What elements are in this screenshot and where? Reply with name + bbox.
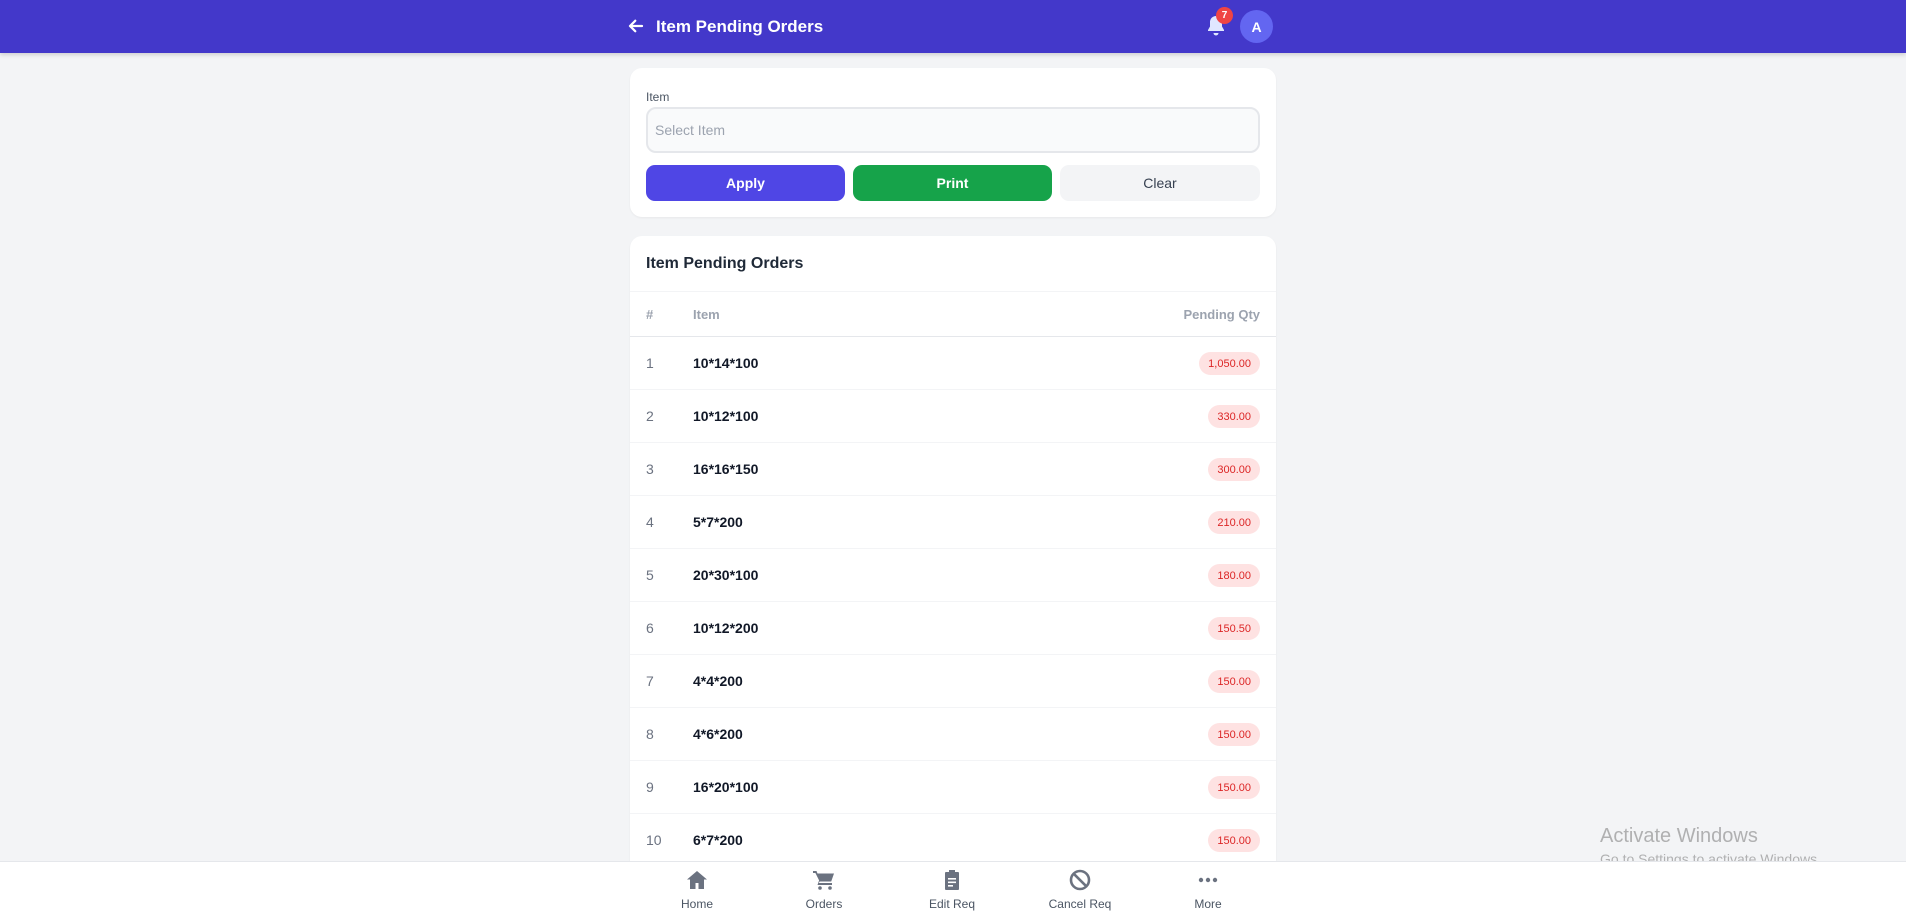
nav-more[interactable]: More <box>1163 868 1253 911</box>
table-row[interactable]: 8 4*6*200 150.00 <box>630 708 1276 761</box>
table-row[interactable]: 5 20*30*100 180.00 <box>630 549 1276 602</box>
page-title: Item Pending Orders <box>656 17 824 36</box>
ban-icon <box>1069 869 1091 891</box>
column-header-item: Item <box>693 307 720 322</box>
nav-more-label: More <box>1194 897 1222 911</box>
row-item: 16*20*100 <box>693 779 759 795</box>
table-row[interactable]: 4 5*7*200 210.00 <box>630 496 1276 549</box>
item-field-label: Item <box>646 90 670 104</box>
pending-qty-badge: 150.00 <box>1208 723 1260 746</box>
nav-home[interactable]: Home <box>652 868 742 911</box>
row-item: 5*7*200 <box>693 514 743 530</box>
row-index: 3 <box>646 461 654 477</box>
row-index: 1 <box>646 355 654 371</box>
nav-edit-req-label: Edit Req <box>928 897 976 911</box>
table-row[interactable]: 1 10*14*100 1,050.00 <box>630 337 1276 390</box>
back-button[interactable] <box>625 15 647 37</box>
user-avatar[interactable]: A <box>1240 10 1273 43</box>
nav-orders[interactable]: Orders <box>779 868 869 911</box>
arrow-left-icon <box>628 19 644 33</box>
row-item: 10*12*200 <box>693 620 759 636</box>
nav-cancel-req-label: Cancel Req <box>1048 897 1112 911</box>
row-index: 5 <box>646 567 654 583</box>
top-app-bar: Item Pending Orders 7 A <box>0 0 1906 53</box>
row-item: 10*14*100 <box>693 355 759 371</box>
table-row[interactable]: 7 4*4*200 150.00 <box>630 655 1276 708</box>
pending-qty-badge: 210.00 <box>1208 511 1260 534</box>
row-index: 10 <box>646 832 662 848</box>
row-item: 4*6*200 <box>693 726 743 742</box>
watermark-title: Activate Windows <box>1600 825 1758 847</box>
pending-qty-badge: 150.00 <box>1208 776 1260 799</box>
pending-qty-badge: 180.00 <box>1208 564 1260 587</box>
row-item: 20*30*100 <box>693 567 759 583</box>
table-header-row: # Item Pending Qty <box>630 291 1276 337</box>
pending-qty-badge: 150.00 <box>1208 670 1260 693</box>
pending-qty-badge: 150.50 <box>1208 617 1260 640</box>
table-row[interactable]: 10 6*7*200 150.00 <box>630 814 1276 867</box>
table-row[interactable]: 9 16*20*100 150.00 <box>630 761 1276 814</box>
row-index: 2 <box>646 408 654 424</box>
table-row[interactable]: 3 16*16*150 300.00 <box>630 443 1276 496</box>
nav-orders-label: Orders <box>805 897 843 911</box>
item-select[interactable]: Select Item <box>646 107 1260 153</box>
row-index: 9 <box>646 779 654 795</box>
row-item: 6*7*200 <box>693 832 743 848</box>
row-index: 4 <box>646 514 654 530</box>
table-row[interactable]: 2 10*12*100 330.00 <box>630 390 1276 443</box>
pending-qty-badge: 150.00 <box>1208 829 1260 852</box>
row-item: 4*4*200 <box>693 673 743 689</box>
home-icon <box>687 871 707 889</box>
row-item: 10*12*100 <box>693 408 759 424</box>
table-title: Item Pending Orders <box>646 255 804 272</box>
column-header-pending-qty: Pending Qty <box>1183 307 1260 322</box>
row-item: 16*16*150 <box>693 461 759 477</box>
row-index: 7 <box>646 673 654 689</box>
clear-button[interactable]: Clear <box>1060 165 1260 201</box>
row-index: 6 <box>646 620 654 636</box>
filter-card: Item Select Item Apply Print Clear <box>630 68 1276 217</box>
apply-button[interactable]: Apply <box>646 165 845 201</box>
bottom-navigation: Home Orders Edit Req Cancel Req More <box>0 861 1906 915</box>
nav-cancel-req[interactable]: Cancel Req <box>1035 868 1125 911</box>
table-body: 1 10*14*100 1,050.00 2 10*12*100 330.00 … <box>630 337 1276 867</box>
pending-orders-card: Item Pending Orders # Item Pending Qty 1… <box>630 236 1276 915</box>
print-button[interactable]: Print <box>853 165 1052 201</box>
pending-qty-badge: 330.00 <box>1208 405 1260 428</box>
pending-qty-badge: 300.00 <box>1208 458 1260 481</box>
table-row[interactable]: 6 10*12*200 150.50 <box>630 602 1276 655</box>
nav-home-label: Home <box>680 897 713 911</box>
cart-icon <box>813 871 834 890</box>
clipboard-icon <box>945 870 959 890</box>
row-index: 8 <box>646 726 654 742</box>
notification-count-badge: 7 <box>1216 7 1233 24</box>
column-header-index: # <box>646 307 654 322</box>
ellipsis-icon <box>1198 877 1218 883</box>
nav-edit-req[interactable]: Edit Req <box>907 868 997 911</box>
pending-qty-badge: 1,050.00 <box>1199 352 1260 375</box>
